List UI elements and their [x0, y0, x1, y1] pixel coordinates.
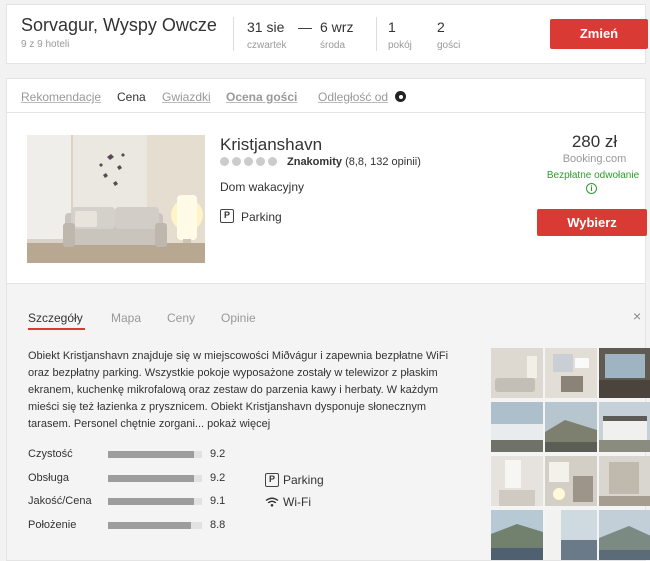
gallery-thumbnail[interactable] — [545, 348, 597, 398]
gallery-thumbnail[interactable] — [545, 456, 597, 506]
facility-parking: Parking — [241, 210, 282, 224]
destination-title[interactable]: Sorvagur, Wyspy Owcze — [21, 15, 217, 36]
score-label: Jakość/Cena — [28, 495, 92, 507]
score-bar — [108, 498, 202, 505]
score-value: 8.8 — [210, 519, 226, 531]
gallery-thumbnail[interactable] — [599, 348, 650, 398]
accommodation-type: Dom wakacyjny — [220, 180, 305, 194]
score-bar — [108, 522, 202, 529]
score-bar — [108, 475, 202, 482]
score-value: 9.1 — [210, 495, 226, 507]
checkout-date[interactable]: 6 wrz — [320, 19, 353, 35]
guests-label: gości — [437, 40, 461, 51]
gallery-thumbnail[interactable] — [599, 510, 650, 560]
date-dash: — — [298, 19, 312, 35]
living-room-photo — [27, 135, 205, 263]
checkin-date[interactable]: 31 sie — [247, 19, 284, 35]
hotel-description: Obiekt Kristjanshavn znajduje się w miej… — [28, 348, 468, 433]
score-label: Położenie — [28, 519, 77, 531]
gallery-thumbnail[interactable] — [491, 348, 543, 398]
rooms-value[interactable]: 1 — [388, 19, 396, 35]
score-bar-fill — [108, 451, 195, 458]
hotel-name[interactable]: Kristjanshavn — [220, 135, 322, 155]
choose-deal-button[interactable]: Wybierz — [537, 209, 647, 236]
score-label: Obsługa — [28, 472, 69, 484]
sort-distance[interactable]: Odległość od — [318, 90, 388, 104]
score-bar-fill — [108, 475, 195, 482]
guests-value[interactable]: 2 — [437, 19, 445, 35]
show-more-link[interactable]: pokaż więcej — [207, 418, 270, 430]
tab-details[interactable]: Szczegóły — [28, 311, 83, 325]
parking-icon: P — [265, 473, 279, 487]
info-icon[interactable]: i — [586, 183, 597, 194]
sort-guest-rating[interactable]: Ocena gości — [226, 90, 297, 104]
sort-price[interactable]: Cena — [117, 90, 146, 104]
wifi-icon — [265, 497, 279, 507]
active-tab-indicator — [28, 328, 85, 330]
hotel-photo[interactable] — [27, 135, 205, 263]
divider — [376, 17, 377, 51]
sort-recommendations[interactable]: Rekomendacje — [21, 90, 101, 104]
rooms-label: pokój — [388, 40, 412, 51]
price: 280 zł — [571, 132, 618, 151]
parking-icon: P — [220, 209, 234, 223]
hotel-count: 9 z 9 hoteli — [21, 39, 70, 50]
gallery-thumbnail[interactable] — [599, 402, 650, 452]
amenity-parking: Parking — [283, 473, 324, 487]
tab-reviews[interactable]: Opinie — [221, 311, 256, 325]
amenity-wifi: Wi-Fi — [283, 495, 311, 509]
score-bar — [108, 451, 202, 458]
search-summary-bar: Sorvagur, Wyspy Owcze 9 z 9 hoteli 31 si… — [6, 4, 648, 64]
star-icon — [256, 157, 265, 166]
gallery-thumbnail[interactable] — [545, 510, 597, 560]
sort-bar: Rekomendacje Cena Gwiazdki Ocena gości O… — [6, 78, 646, 112]
guest-rating: Znakomity (8,8, 132 opinii) — [287, 156, 421, 168]
gallery-thumbnail[interactable] — [545, 402, 597, 452]
score-label: Czystość — [28, 448, 73, 460]
rating-word: Znakomity — [287, 156, 343, 168]
sort-stars[interactable]: Gwiazdki — [162, 90, 211, 104]
gallery-thumbnail[interactable] — [491, 510, 543, 560]
score-bar-fill — [108, 522, 191, 529]
score-value: 9.2 — [210, 448, 226, 460]
gallery-thumbnail[interactable] — [491, 456, 543, 506]
change-search-button[interactable]: Zmień — [550, 19, 648, 49]
tab-map[interactable]: Mapa — [111, 311, 141, 325]
checkout-day: środa — [320, 40, 346, 51]
star-icon — [232, 157, 241, 166]
score-bar-fill — [108, 498, 194, 505]
star-icon — [220, 157, 229, 166]
score-value: 9.2 — [210, 472, 226, 484]
divider — [233, 17, 234, 51]
hotel-card: Kristjanshavn Znakomity (8,8, 132 opinii… — [6, 112, 647, 284]
star-rating — [220, 157, 277, 166]
star-icon — [244, 157, 253, 166]
star-icon — [268, 157, 277, 166]
location-target-icon[interactable] — [395, 91, 406, 102]
details-panel: Szczegóły Mapa Ceny Opinie × Obiekt Kris… — [6, 284, 650, 561]
free-cancellation: Bezpłatne odwołanie — [546, 170, 640, 181]
rating-detail: (8,8, 132 opinii) — [345, 156, 421, 168]
gallery-thumbnail[interactable] — [491, 402, 543, 452]
close-icon[interactable]: × — [633, 308, 641, 324]
price-source: Booking.com — [562, 153, 627, 165]
gallery-thumbnail[interactable] — [599, 456, 650, 506]
tab-prices[interactable]: Ceny — [167, 311, 195, 325]
checkin-day: czwartek — [247, 40, 287, 51]
